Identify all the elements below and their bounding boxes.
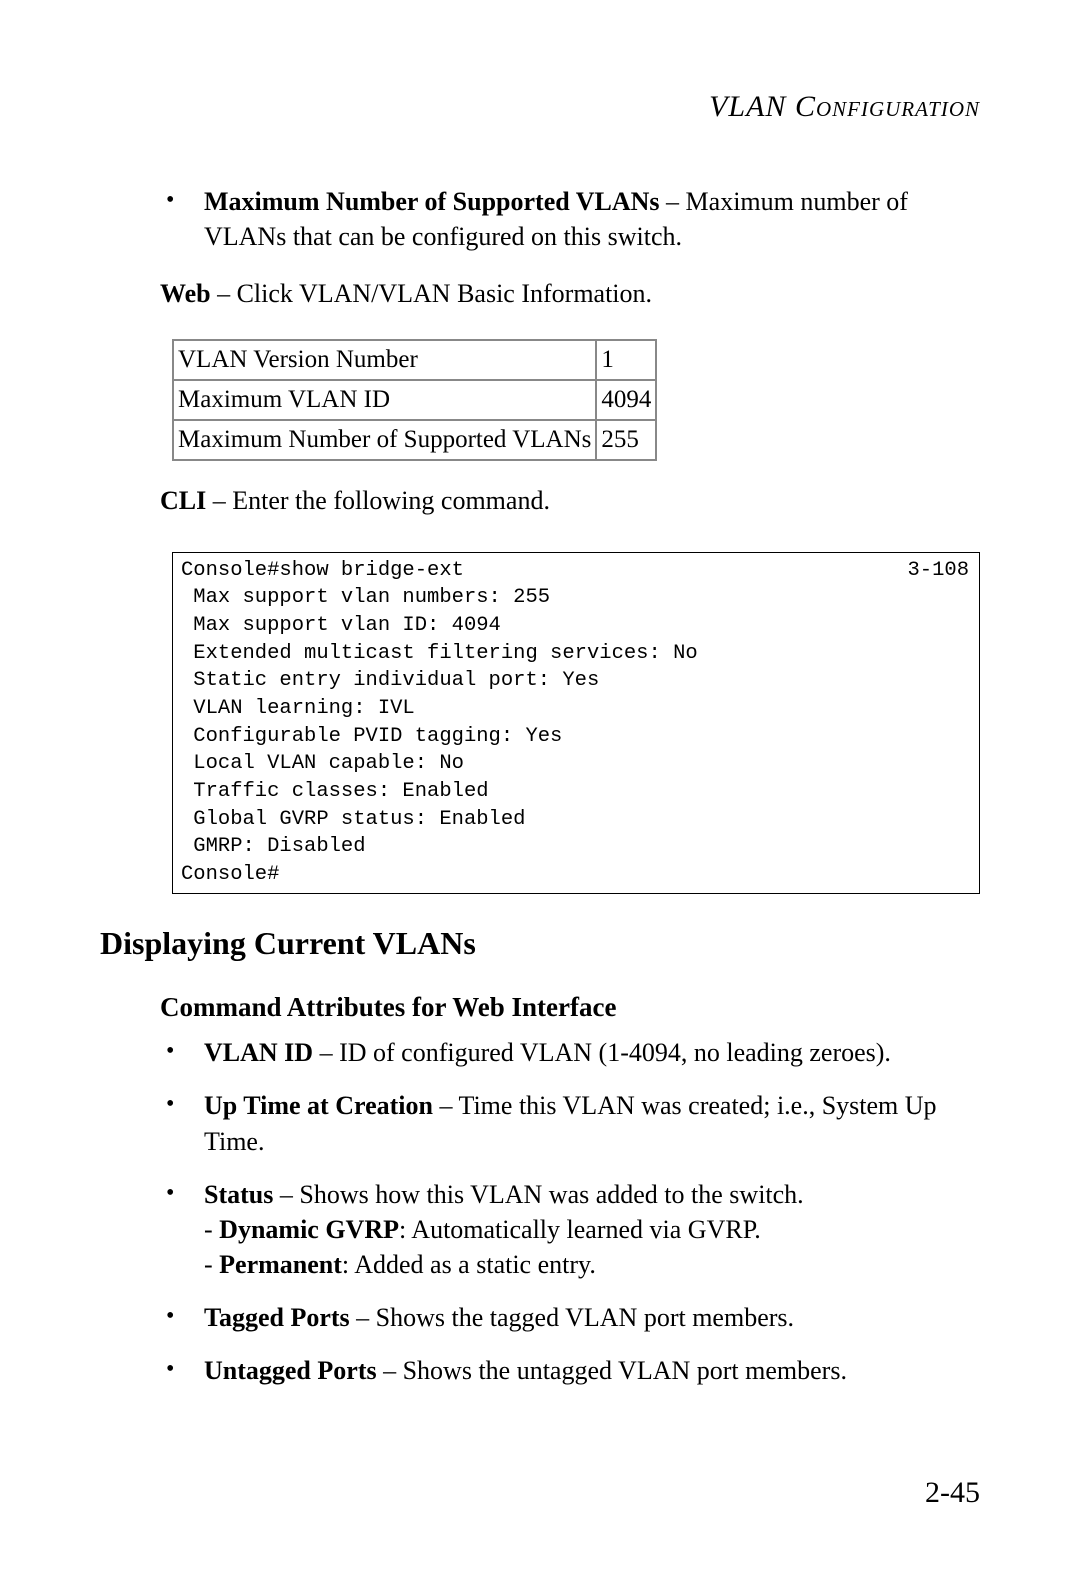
- vlan-info-table: VLAN Version Number 1 Maximum VLAN ID 40…: [172, 339, 657, 460]
- list-item: Untagged Ports – Shows the untagged VLAN…: [160, 1353, 980, 1388]
- section-heading: Displaying Current VLANs: [100, 922, 980, 965]
- table-cell-val: 255: [596, 420, 656, 460]
- cli-text: – Enter the following command.: [206, 486, 550, 515]
- list-item: Tagged Ports – Shows the tagged VLAN por…: [160, 1300, 980, 1335]
- bullet-text: – Shows the untagged VLAN port members.: [377, 1356, 847, 1385]
- intro-bullet-list: Maximum Number of Supported VLANs – Maxi…: [160, 184, 980, 254]
- list-item: VLAN ID – ID of configured VLAN (1-4094,…: [160, 1035, 980, 1070]
- cli-output-box: 3-108 Console#show bridge-ext Max support…: [172, 552, 980, 894]
- table-row: VLAN Version Number 1: [173, 340, 656, 380]
- bullet-text: – ID of configured VLAN (1-4094, no lead…: [313, 1038, 891, 1067]
- cli-label: CLI: [160, 486, 206, 515]
- web-label: Web: [160, 279, 211, 308]
- page: VLAN Configuration Maximum Number of Sup…: [0, 0, 1080, 1570]
- sub-label: Dynamic GVRP: [219, 1215, 399, 1244]
- bullet-text: – Shows the tagged VLAN port members.: [350, 1303, 794, 1332]
- bullet-label: Maximum Number of Supported VLANs: [204, 187, 660, 216]
- table-cell-val: 4094: [596, 380, 656, 420]
- subsection-heading: Command Attributes for Web Interface: [160, 989, 980, 1025]
- bullet-label: Status: [204, 1180, 273, 1209]
- bullet-label: VLAN ID: [204, 1038, 313, 1067]
- running-header: VLAN Configuration: [100, 90, 980, 124]
- page-number: 2-45: [925, 1476, 980, 1510]
- sub-text: : Automatically learned via GVRP.: [399, 1215, 761, 1244]
- list-item: Status – Shows how this VLAN was added t…: [160, 1177, 980, 1282]
- cli-output-text: Console#show bridge-ext Max support vlan…: [181, 559, 698, 886]
- list-item: Maximum Number of Supported VLANs – Maxi…: [160, 184, 980, 254]
- table-row: Maximum VLAN ID 4094: [173, 380, 656, 420]
- list-item: Up Time at Creation – Time this VLAN was…: [160, 1088, 980, 1158]
- sub-item: - Permanent: Added as a static entry.: [204, 1247, 980, 1282]
- table-cell-key: VLAN Version Number: [173, 340, 596, 380]
- sub-label: Permanent: [219, 1250, 342, 1279]
- cli-ref: 3-108: [907, 557, 969, 585]
- web-instruction: Web – Click VLAN/VLAN Basic Information.: [160, 276, 980, 311]
- table-cell-key: Maximum Number of Supported VLANs: [173, 420, 596, 460]
- table-cell-key: Maximum VLAN ID: [173, 380, 596, 420]
- bullet-label: Tagged Ports: [204, 1303, 350, 1332]
- table-row: Maximum Number of Supported VLANs 255: [173, 420, 656, 460]
- bullet-label: Untagged Ports: [204, 1356, 377, 1385]
- bullet-label: Up Time at Creation: [204, 1091, 433, 1120]
- web-text: – Click VLAN/VLAN Basic Information.: [211, 279, 652, 308]
- table-cell-val: 1: [596, 340, 656, 380]
- body: Maximum Number of Supported VLANs – Maxi…: [100, 184, 980, 1388]
- cli-instruction: CLI – Enter the following command.: [160, 483, 980, 518]
- attributes-bullet-list: VLAN ID – ID of configured VLAN (1-4094,…: [160, 1035, 980, 1388]
- sub-text: : Added as a static entry.: [342, 1250, 596, 1279]
- bullet-text: – Shows how this VLAN was added to the s…: [273, 1180, 803, 1209]
- sub-item: - Dynamic GVRP: Automatically learned vi…: [204, 1212, 980, 1247]
